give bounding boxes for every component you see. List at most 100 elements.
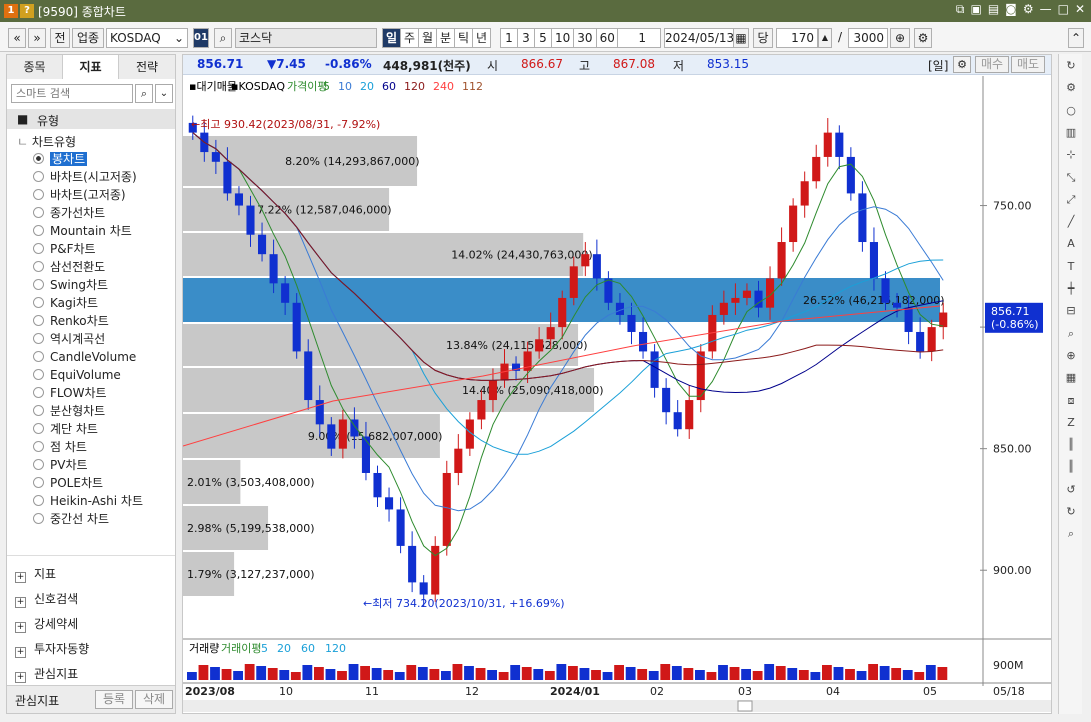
period-tab[interactable]: 일 — [382, 28, 401, 48]
redo-icon[interactable]: ↻ — [1063, 504, 1079, 520]
radio-icon[interactable] — [33, 513, 44, 524]
radio-icon[interactable] — [33, 207, 44, 218]
radio-icon[interactable] — [33, 387, 44, 398]
candle-icon[interactable]: ┿ — [1063, 281, 1079, 297]
bar-icon[interactable]: ▥ — [1063, 125, 1079, 141]
tab-strategy[interactable]: 전략 — [119, 55, 175, 79]
magnifier-icon[interactable]: ⌕ — [1063, 326, 1079, 342]
ruler-icon[interactable]: ▦ — [1063, 370, 1079, 386]
chart-type-item[interactable]: FLOW차트 — [33, 385, 107, 402]
radio-icon[interactable] — [33, 423, 44, 434]
minute-tab[interactable]: 10 — [551, 28, 575, 48]
gear-icon[interactable]: ⚙ — [953, 56, 971, 73]
section-item[interactable]: + 신호검색 — [15, 590, 78, 608]
refresh-icon[interactable]: ↻ — [1063, 58, 1079, 74]
smart-search-input[interactable] — [11, 84, 133, 103]
section-item[interactable]: + 투자자동향 — [15, 640, 89, 658]
chart-type-item[interactable]: 종가선차트 — [33, 205, 105, 222]
chart-type-item[interactable]: Heikin-Ashi 차트 — [33, 493, 143, 510]
period-tab[interactable]: 주 — [400, 28, 419, 48]
delete-button[interactable]: 삭제 — [135, 690, 173, 709]
code-field[interactable]: 01 — [193, 28, 209, 48]
chart-type-item[interactable]: EquiVolume — [33, 367, 121, 384]
calendar-icon[interactable]: ▦ — [733, 28, 749, 48]
chart-type-item[interactable]: Mountain 차트 — [33, 223, 132, 240]
section-item[interactable]: + 지표 — [15, 565, 56, 583]
zig-icon[interactable]: Z — [1063, 415, 1079, 431]
chart-type-item[interactable]: Swing차트 — [33, 277, 108, 294]
maximize-icon[interactable]: □ — [1058, 2, 1069, 17]
minimize-icon[interactable]: — — [1040, 2, 1052, 17]
bars2-icon[interactable]: ║ — [1063, 459, 1079, 475]
type-header[interactable]: ■ 유형 — [7, 109, 175, 129]
hline-icon[interactable]: ⊟ — [1063, 303, 1079, 319]
chart-type-item[interactable]: Kagi차트 — [33, 295, 98, 312]
buy-button[interactable]: 매수 — [975, 56, 1009, 73]
chart-type-item[interactable]: Renko차트 — [33, 313, 109, 330]
radio-icon[interactable] — [33, 477, 44, 488]
chart-type-item[interactable]: CandleVolume — [33, 349, 136, 366]
radio-icon[interactable] — [33, 351, 44, 362]
count-stepper[interactable]: ▲ — [818, 28, 832, 48]
period-tab[interactable]: 년 — [472, 28, 491, 48]
nav-prev-button[interactable]: « — [8, 28, 26, 48]
plus-icon[interactable]: + — [15, 647, 26, 658]
tab-indicator[interactable]: 지표 — [63, 55, 119, 79]
auto-icon[interactable]: A — [1063, 236, 1079, 252]
sell-button[interactable]: 매도 — [1011, 56, 1045, 73]
chart-type-item[interactable]: 역시계곡선 — [33, 331, 105, 348]
search-icon[interactable]: ⌕ — [1063, 526, 1079, 542]
all-button[interactable]: 전 — [50, 28, 70, 48]
section-item[interactable]: + 강세약세 — [15, 615, 78, 633]
gear-icon[interactable]: ⚙ — [1023, 2, 1034, 17]
undo-icon[interactable]: ↺ — [1063, 482, 1079, 498]
chart-type-item[interactable]: 바차트(고저종) — [33, 187, 126, 204]
cross-icon[interactable]: ⊹ — [1063, 147, 1079, 163]
arrow2-icon[interactable]: ⤢ — [1063, 192, 1079, 208]
settings-icon[interactable]: ⚙ — [914, 28, 932, 48]
minute-tab[interactable]: 60 — [595, 28, 619, 48]
minute-tab[interactable]: 5 — [534, 28, 552, 48]
arrow-icon[interactable]: ⤡ — [1063, 170, 1079, 186]
text-icon[interactable]: T — [1063, 259, 1079, 275]
help-icon[interactable]: ? — [20, 4, 34, 18]
circle-icon[interactable]: ○ — [1063, 103, 1079, 119]
interval-input[interactable]: 1 — [617, 28, 661, 48]
plus-icon[interactable]: + — [15, 622, 26, 633]
zoom-icon[interactable]: ⊕ — [890, 28, 910, 48]
bars-icon[interactable]: ║ — [1063, 437, 1079, 453]
price-chart[interactable]: 8.20% (14,293,867,000)7.22% (12,587,046,… — [183, 76, 1051, 713]
period-tab[interactable]: 월 — [418, 28, 437, 48]
section-item[interactable]: + 관심지표 — [15, 665, 78, 683]
nav-more-button[interactable]: » — [28, 28, 46, 48]
total-input[interactable]: 3000 — [848, 28, 888, 48]
chart-type-node[interactable]: ㄴ 차트유형 — [17, 133, 76, 150]
radio-icon[interactable] — [33, 333, 44, 344]
market-select[interactable]: KOSDAQ ⌄ — [106, 28, 188, 48]
print-icon[interactable]: ▤ — [988, 2, 999, 17]
zoom-in-icon[interactable]: ⊕ — [1063, 348, 1079, 364]
chart-type-item[interactable]: 바차트(시고저종) — [33, 169, 137, 186]
chart-type-item[interactable]: POLE차트 — [33, 475, 103, 492]
radio-icon[interactable] — [33, 459, 44, 470]
count-input[interactable]: 170 — [776, 28, 818, 48]
chart-type-item[interactable]: PV차트 — [33, 457, 88, 474]
minute-tab[interactable]: 30 — [573, 28, 597, 48]
radio-icon[interactable] — [33, 405, 44, 416]
period-tab[interactable]: 분 — [436, 28, 455, 48]
radio-icon[interactable] — [33, 225, 44, 236]
chart-type-item[interactable]: 삼선전환도 — [33, 259, 105, 276]
minute-tab[interactable]: 1 — [500, 28, 518, 48]
camera-icon[interactable]: ◙ — [1005, 2, 1017, 17]
plus-icon[interactable]: + — [15, 597, 26, 608]
chart-type-item[interactable]: 분산형차트 — [33, 403, 105, 420]
chart-type-item[interactable]: 점 차트 — [33, 439, 87, 456]
stock-name-field[interactable]: 코스닥 — [235, 28, 377, 48]
save-icon[interactable]: ▣ — [970, 2, 981, 17]
period-tab[interactable]: 틱 — [454, 28, 473, 48]
sector-button[interactable]: 업종 — [72, 28, 104, 48]
date-input[interactable]: 2024/05/13 — [664, 28, 734, 48]
search-icon[interactable]: ⌕ — [214, 28, 232, 48]
radio-icon[interactable] — [33, 189, 44, 200]
line-icon[interactable]: ╱ — [1063, 214, 1079, 230]
